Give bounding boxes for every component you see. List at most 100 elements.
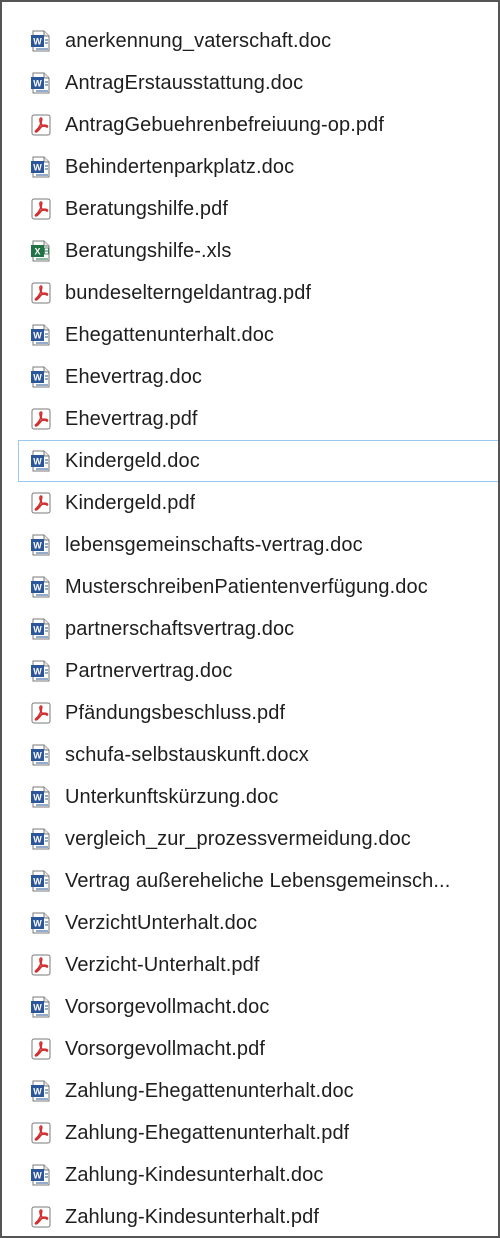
word-document-icon: W <box>29 449 53 473</box>
file-list-item[interactable]: W AntragErstausstattung.doc <box>18 62 498 104</box>
file-list-item[interactable]: Verzicht-Unterhalt.pdf <box>18 944 498 986</box>
svg-text:W: W <box>33 919 42 929</box>
pdf-document-icon <box>29 1037 53 1061</box>
file-name: schufa-selbstauskunft.docx <box>65 744 309 766</box>
pdf-document-icon <box>29 1205 53 1229</box>
excel-spreadsheet-icon: X <box>29 239 53 263</box>
file-name: Vertrag außereheliche Lebensgemeinsch... <box>65 870 451 892</box>
file-explorer-window: W anerkennung_vaterschaft.doc W AntragEr… <box>0 0 500 1238</box>
svg-text:W: W <box>33 331 42 341</box>
svg-text:W: W <box>33 1087 42 1097</box>
file-list-item[interactable]: Pfändungsbeschluss.pdf <box>18 692 498 734</box>
file-list-item[interactable]: W MusterschreibenPatientenverfügung.doc <box>18 566 498 608</box>
file-name: VerzichtUnterhalt.doc <box>65 912 258 934</box>
svg-text:W: W <box>33 877 42 887</box>
file-name: Unterkunftskürzung.doc <box>65 786 279 808</box>
file-name: vergleich_zur_prozessvermeidung.doc <box>65 828 411 850</box>
file-list-item[interactable]: Zahlung-Ehegattenunterhalt.pdf <box>18 1112 498 1154</box>
file-name: Ehegattenunterhalt.doc <box>65 324 275 346</box>
file-name: Behindertenparkplatz.doc <box>65 156 295 178</box>
file-list-item[interactable]: W Zahlung-Kindesunterhalt.doc <box>18 1154 498 1196</box>
file-name: MusterschreibenPatientenverfügung.doc <box>65 576 428 598</box>
file-list-item[interactable]: W partnerschaftsvertrag.doc <box>18 608 498 650</box>
file-list-item[interactable]: bundeselterngeldantrag.pdf <box>18 272 498 314</box>
svg-text:W: W <box>33 37 42 47</box>
pdf-document-icon <box>29 491 53 515</box>
file-name: Ehevertrag.pdf <box>65 408 198 430</box>
file-list-item[interactable]: W Kindergeld.doc <box>18 440 498 482</box>
file-list-item[interactable]: W Behindertenparkplatz.doc <box>18 146 498 188</box>
file-name: AntragErstausstattung.doc <box>65 72 304 94</box>
file-name: Partnervertrag.doc <box>65 660 233 682</box>
file-name: Kindergeld.pdf <box>65 492 196 514</box>
svg-text:W: W <box>33 583 42 593</box>
file-list-item[interactable]: AntragGebuehrenbefreiuung-op.pdf <box>18 104 498 146</box>
pdf-document-icon <box>29 701 53 725</box>
file-list-item[interactable]: X Beratungshilfe-.xls <box>18 230 498 272</box>
word-document-icon: W <box>29 575 53 599</box>
file-list-item[interactable]: W Zahlung-Ehegattenunterhalt.doc <box>18 1070 498 1112</box>
svg-text:W: W <box>33 751 42 761</box>
file-name: Vorsorgevollmacht.doc <box>65 996 270 1018</box>
file-name: anerkennung_vaterschaft.doc <box>65 30 332 52</box>
file-list-item[interactable]: W VerzichtUnterhalt.doc <box>18 902 498 944</box>
svg-text:W: W <box>33 835 42 845</box>
pdf-document-icon <box>29 113 53 137</box>
word-document-icon: W <box>29 365 53 389</box>
file-list-item[interactable]: W Ehevertrag.doc <box>18 356 498 398</box>
pdf-document-icon <box>29 407 53 431</box>
file-list-item[interactable]: W vergleich_zur_prozessvermeidung.doc <box>18 818 498 860</box>
file-name: Verzicht-Unterhalt.pdf <box>65 954 260 976</box>
file-name: Pfändungsbeschluss.pdf <box>65 702 286 724</box>
pdf-document-icon <box>29 281 53 305</box>
word-document-icon: W <box>29 785 53 809</box>
word-document-icon: W <box>29 1079 53 1103</box>
svg-text:X: X <box>34 247 40 257</box>
file-name: bundeselterngeldantrag.pdf <box>65 282 312 304</box>
file-name: Vorsorgevollmacht.pdf <box>65 1038 265 1060</box>
word-document-icon: W <box>29 71 53 95</box>
word-document-icon: W <box>29 323 53 347</box>
file-name: Ehevertrag.doc <box>65 366 203 388</box>
file-name: Kindergeld.doc <box>65 450 200 472</box>
file-list-item[interactable]: W Vorsorgevollmacht.doc <box>18 986 498 1028</box>
file-list-item[interactable]: W schufa-selbstauskunft.docx <box>18 734 498 776</box>
svg-text:W: W <box>33 163 42 173</box>
file-name: Beratungshilfe.pdf <box>65 198 229 220</box>
file-name: Zahlung-Kindesunterhalt.doc <box>65 1164 324 1186</box>
file-list-item[interactable]: W lebensgemeinschafts-vertrag.doc <box>18 524 498 566</box>
file-list-item[interactable]: W Unterkunftskürzung.doc <box>18 776 498 818</box>
file-list-item[interactable]: Vorsorgevollmacht.pdf <box>18 1028 498 1070</box>
file-name: Zahlung-Ehegattenunterhalt.pdf <box>65 1122 350 1144</box>
file-list: W anerkennung_vaterschaft.doc W AntragEr… <box>18 20 498 1236</box>
file-list-item[interactable]: Kindergeld.pdf <box>18 482 498 524</box>
file-name: Zahlung-Ehegattenunterhalt.doc <box>65 1080 354 1102</box>
file-list-item[interactable]: Zahlung-Kindesunterhalt.pdf <box>18 1196 498 1236</box>
file-list-item[interactable]: Beratungshilfe.pdf <box>18 188 498 230</box>
word-document-icon: W <box>29 743 53 767</box>
svg-text:W: W <box>33 541 42 551</box>
word-document-icon: W <box>29 911 53 935</box>
svg-text:W: W <box>33 79 42 89</box>
word-document-icon: W <box>29 659 53 683</box>
svg-text:W: W <box>33 793 42 803</box>
file-list-item[interactable]: W Vertrag außereheliche Lebensgemeinsch.… <box>18 860 498 902</box>
file-name: Beratungshilfe-.xls <box>65 240 232 262</box>
svg-text:W: W <box>33 373 42 383</box>
pdf-document-icon <box>29 953 53 977</box>
word-document-icon: W <box>29 995 53 1019</box>
word-document-icon: W <box>29 155 53 179</box>
file-name: lebensgemeinschafts-vertrag.doc <box>65 534 363 556</box>
file-list-item[interactable]: W Partnervertrag.doc <box>18 650 498 692</box>
word-document-icon: W <box>29 533 53 557</box>
word-document-icon: W <box>29 827 53 851</box>
word-document-icon: W <box>29 29 53 53</box>
file-list-item[interactable]: W Ehegattenunterhalt.doc <box>18 314 498 356</box>
file-name: partnerschaftsvertrag.doc <box>65 618 295 640</box>
pdf-document-icon <box>29 197 53 221</box>
svg-text:W: W <box>33 1003 42 1013</box>
svg-text:W: W <box>33 625 42 635</box>
file-list-item[interactable]: Ehevertrag.pdf <box>18 398 498 440</box>
file-name: AntragGebuehrenbefreiuung-op.pdf <box>65 114 384 136</box>
file-list-item[interactable]: W anerkennung_vaterschaft.doc <box>18 20 498 62</box>
